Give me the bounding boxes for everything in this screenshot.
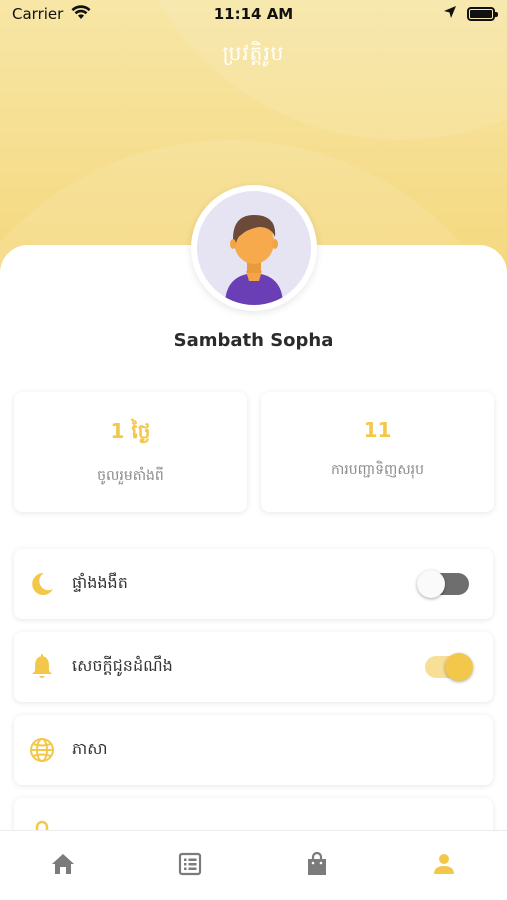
stat-label: ចូលរួមតាំងពី — [97, 468, 164, 484]
person-icon — [433, 853, 454, 874]
tab-bar — [0, 830, 507, 900]
status-left: Carrier — [12, 4, 91, 24]
setting-label: ភាសា — [72, 739, 108, 758]
stat-card-joined: 1 ថ្ងៃ ចូលរួមតាំងពី — [14, 392, 247, 512]
globe-icon — [28, 736, 56, 764]
moon-icon — [28, 570, 56, 598]
avatar-image — [197, 191, 311, 305]
shopping-bag-icon — [307, 851, 326, 875]
user-name: Sambath Sopha — [173, 330, 334, 351]
setting-label: ផ្ទាំងងងឹត — [72, 573, 128, 592]
carrier-label: Carrier — [12, 5, 64, 23]
status-right — [443, 5, 498, 23]
setting-notifications[interactable]: សេចក្តីជូនដំណឹង — [14, 632, 493, 702]
tab-orders[interactable] — [160, 839, 220, 889]
home-icon — [52, 853, 75, 874]
notifications-toggle[interactable] — [425, 653, 473, 681]
avatar[interactable] — [191, 185, 317, 311]
setting-label: សេចក្តីជូនដំណឹង — [72, 656, 173, 675]
setting-language[interactable]: ភាសា — [14, 715, 493, 785]
list-icon — [179, 852, 202, 875]
battery-icon — [467, 7, 498, 21]
tab-home[interactable] — [33, 839, 93, 889]
stat-value: 1 ថ្ងៃ — [110, 419, 151, 443]
stat-value: 11 — [363, 418, 392, 442]
stat-card-orders: 11 ការបញ្ជាទិញសរុប — [261, 392, 494, 512]
page-title: ប្រវត្តិរូប — [222, 41, 285, 65]
stat-label: ការបញ្ជាទិញសរុប — [330, 462, 425, 478]
avatar-person-icon — [225, 215, 283, 305]
wifi-icon — [71, 4, 91, 24]
tab-shop[interactable] — [287, 839, 347, 889]
bell-icon — [28, 653, 56, 681]
setting-dark-mode[interactable]: ផ្ទាំងងងឹត — [14, 549, 493, 619]
status-bar: Carrier 11:14 AM — [0, 0, 507, 28]
dark-mode-toggle[interactable] — [417, 570, 469, 598]
location-arrow-icon — [443, 5, 457, 23]
tab-profile[interactable] — [414, 839, 474, 889]
